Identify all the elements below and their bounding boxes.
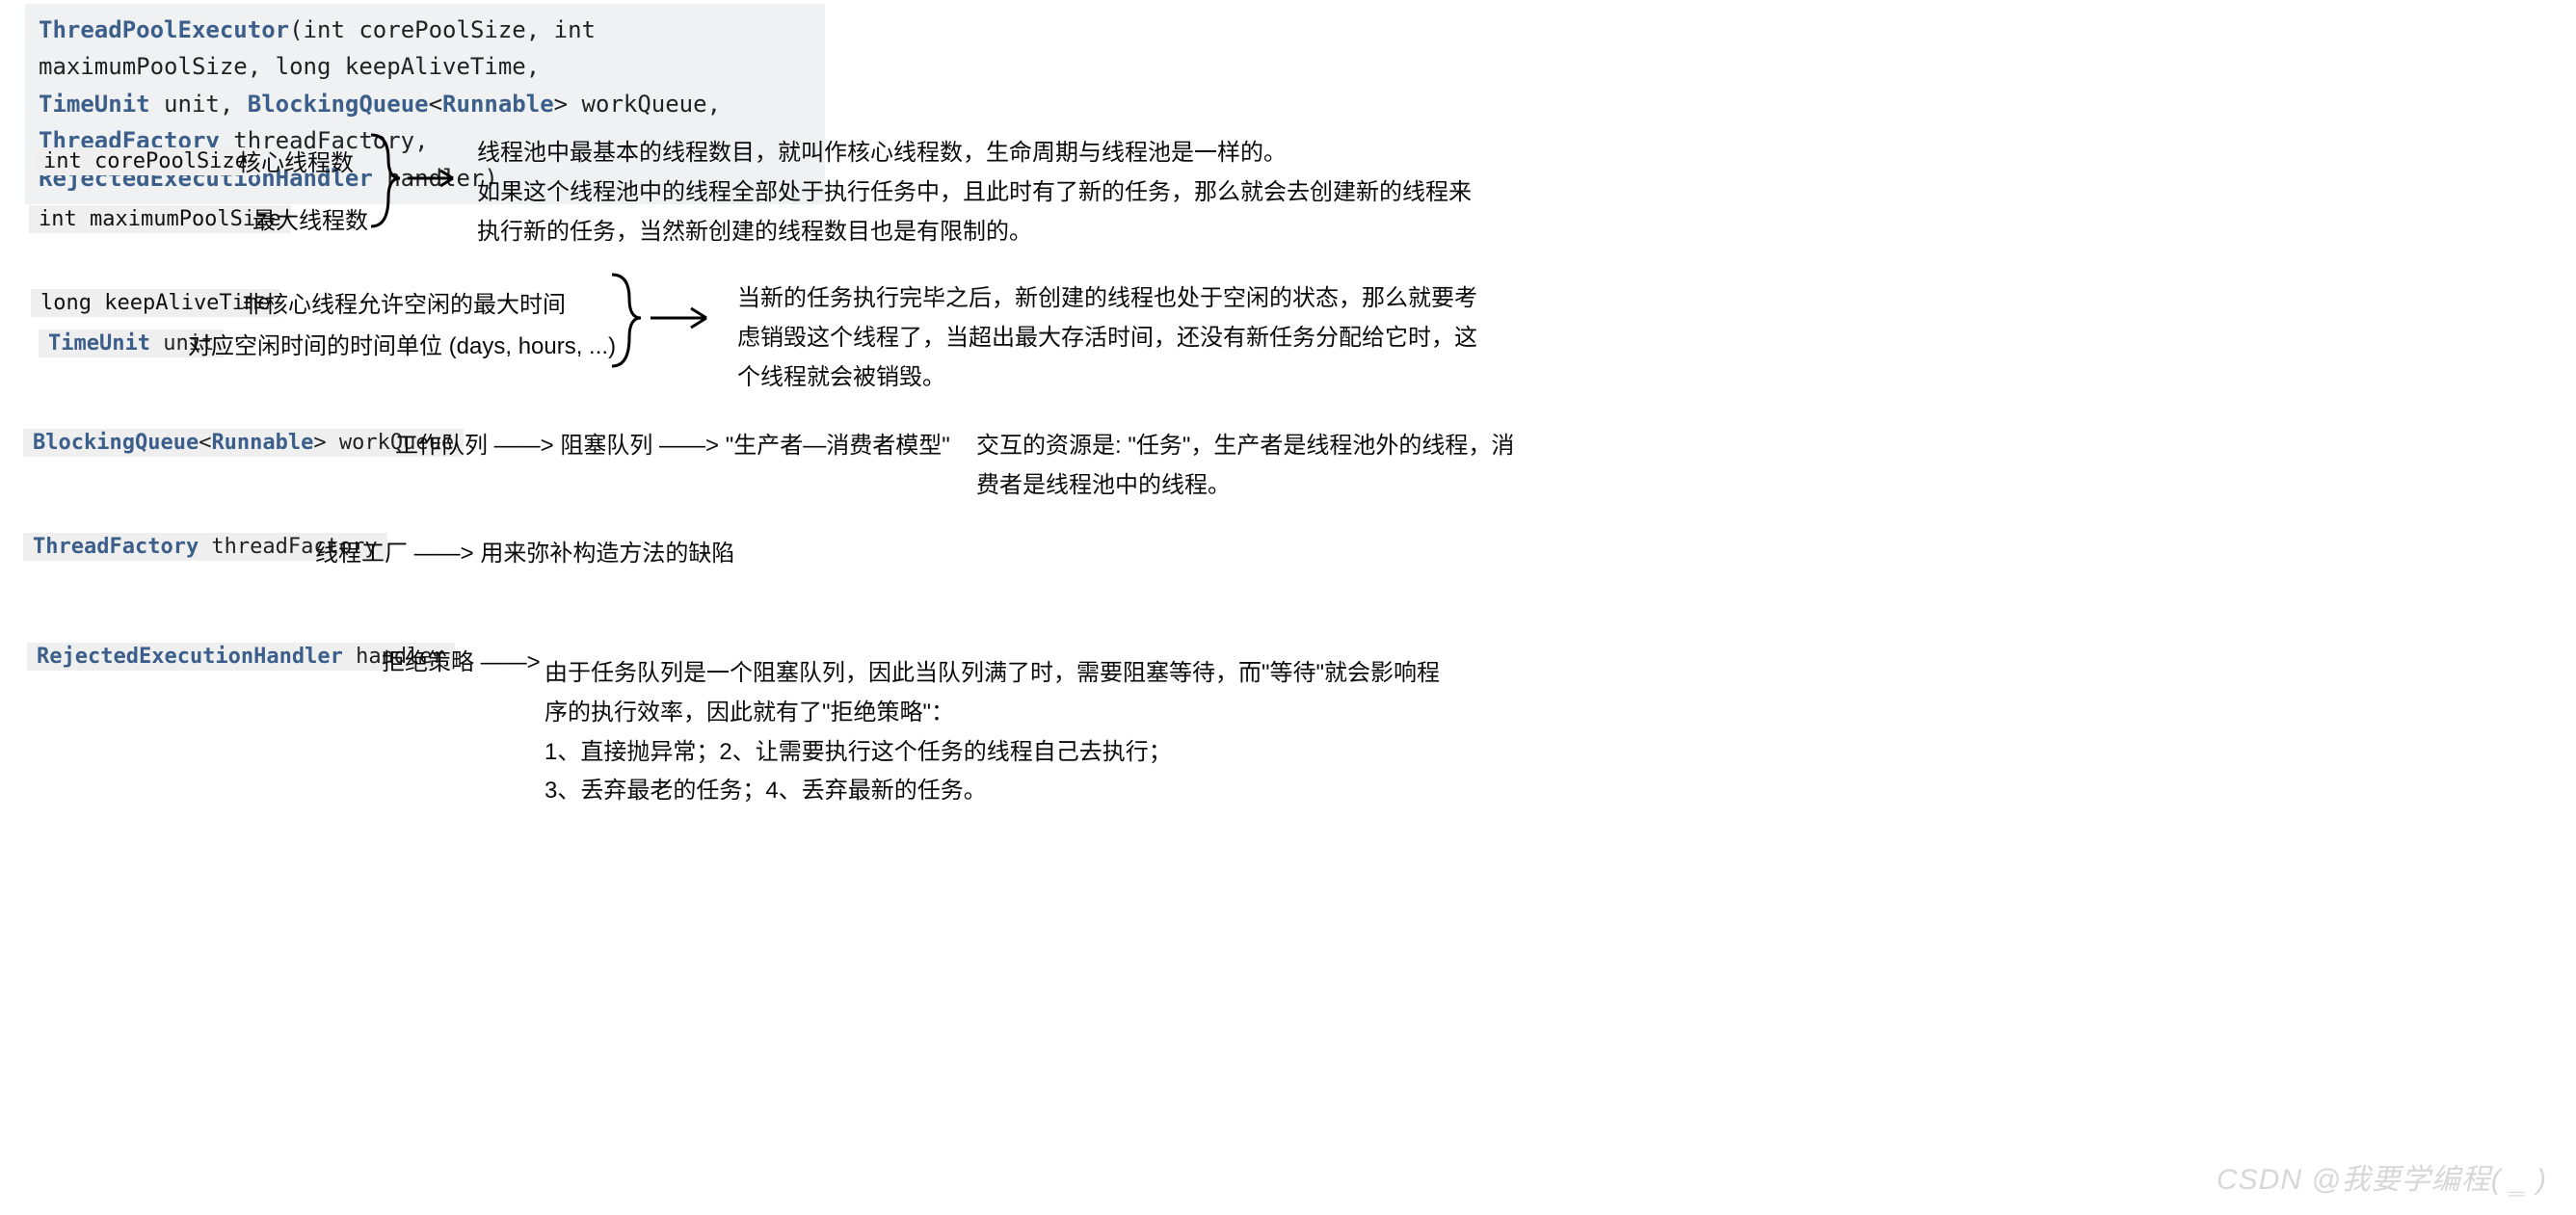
- param-keepalive-label: 非核心线程允许空闲的最大时间: [242, 286, 566, 326]
- explain-queue: 交互的资源是: "任务"，生产者是线程池外的线程，消费者是线程池中的线程。: [976, 427, 1516, 506]
- explain-handler: 由于任务队列是一个阻塞队列，因此当队列满了时，需要阻塞等待，而"等待"就会影响程…: [544, 654, 1460, 811]
- param-factory-flow: 线程工厂 ——> 用来弥补构造方法的缺陷: [315, 535, 734, 574]
- param-corepoolsize-label: 核心线程数: [238, 145, 354, 184]
- param-maxpoolsize-code: int maximumPoolSize: [29, 205, 291, 233]
- param-maxpoolsize-label: 最大线程数: [252, 202, 368, 242]
- watermark: CSDN @我要学编程( ‗ ): [2217, 1155, 2547, 1198]
- explain-core-max: 线程池中最基本的线程数目，就叫作核心线程数，生命周期与线程池是一样的。如果这个线…: [477, 134, 1479, 251]
- explain-keepalive: 当新的任务执行完毕之后，新创建的线程也处于空闲的状态，那么就要考虑销毁这个线程了…: [737, 279, 1489, 397]
- param-queue-flow: 工作队列 ——> 阻塞队列 ——> "生产者—消费者模型": [395, 427, 950, 466]
- brace-arrow-1: [361, 130, 467, 236]
- param-corepoolsize-code: int corePoolSize: [34, 147, 257, 175]
- param-handler-label: 拒绝策略 ——>: [382, 644, 541, 683]
- brace-arrow-2: [602, 270, 728, 376]
- param-timeunit-label: 对应空闲时间的时间单位 (days, hours, ...): [188, 328, 616, 367]
